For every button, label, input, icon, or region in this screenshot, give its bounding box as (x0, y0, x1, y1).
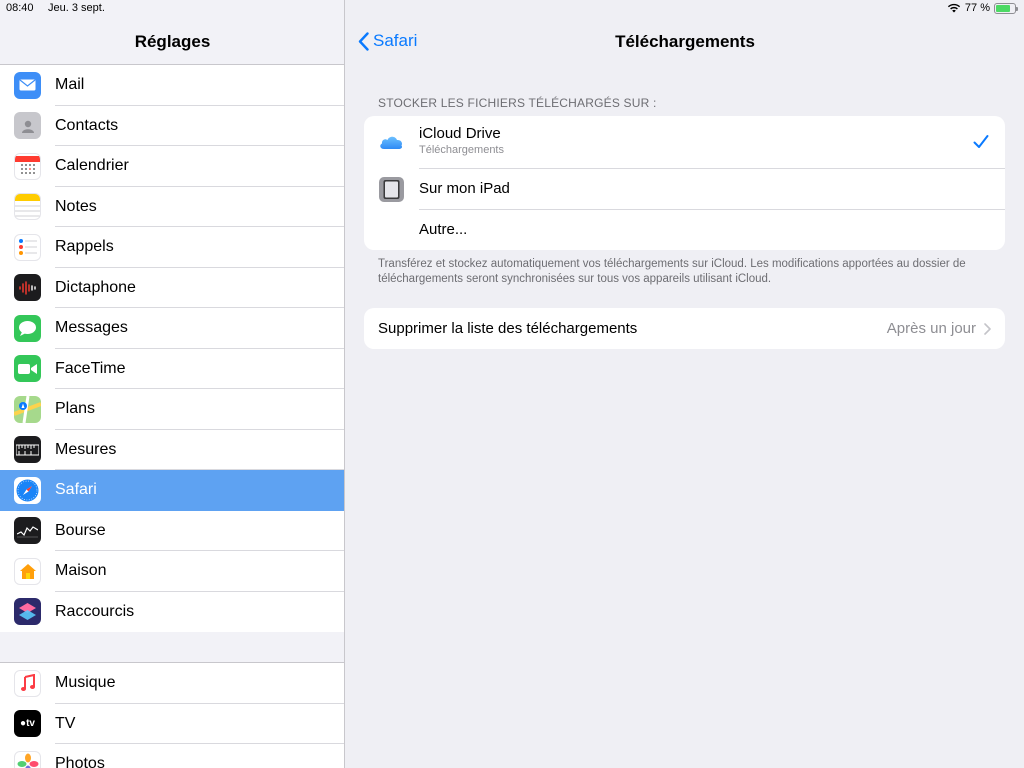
sidebar-item-label: Mail (55, 76, 85, 94)
sidebar-item-plans[interactable]: Plans (0, 389, 344, 430)
ipad-icon (379, 177, 404, 202)
sidebar-item-raccourcis[interactable]: Raccourcis (0, 592, 344, 633)
status-bar: 08:40 Jeu. 3 sept. 77 % (0, 0, 1024, 18)
clear-downloads-row[interactable]: Supprimer la liste des téléchargements A… (364, 308, 1005, 349)
option-autre[interactable]: Autre... (364, 210, 1005, 250)
checkmark-icon (973, 135, 989, 148)
stocks-icon (14, 517, 41, 545)
sidebar-item-label: Contacts (55, 116, 119, 134)
status-right: 77 % (947, 2, 1018, 14)
sidebar-item-label: Photos (55, 755, 105, 768)
sidebar-item-photos[interactable]: Photos (0, 744, 344, 768)
home-icon (14, 557, 41, 585)
settings-list: Mail Contacts Calendrier Notes Rappels D… (0, 65, 344, 633)
sidebar-item-label: Dictaphone (55, 278, 136, 296)
battery-icon (994, 2, 1018, 14)
battery-percentage: 77 % (964, 2, 990, 14)
clear-list-card: Supprimer la liste des téléchargements A… (364, 308, 1005, 349)
sidebar-item-safari[interactable]: Safari (0, 470, 344, 511)
settings-list-media: Musique ●tv TV Photos (0, 662, 344, 768)
chevron-right-icon (984, 322, 991, 335)
option-title: Autre... (419, 221, 468, 238)
sidebar-item-dictaphone[interactable]: Dictaphone (0, 268, 344, 309)
contacts-icon (14, 112, 41, 140)
sidebar-item-label: FaceTime (55, 359, 126, 377)
sidebar-item-label: Notes (55, 197, 97, 215)
shortcuts-icon (14, 598, 41, 626)
sidebar-item-label: Rappels (55, 238, 114, 256)
detail-pane: Safari Téléchargements STOCKER LES FICHI… (346, 0, 1024, 768)
tv-icon: ●tv (14, 710, 41, 738)
calendar-icon (14, 152, 41, 180)
safari-icon (14, 476, 41, 504)
sidebar-item-label: Raccourcis (55, 602, 135, 620)
option-subtitle: Téléchargements (419, 144, 504, 156)
option-icloud-drive[interactable]: iCloud Drive Téléchargements (364, 116, 1005, 169)
sidebar-item-label: Bourse (55, 521, 106, 539)
sidebar-item-label: Plans (55, 400, 96, 418)
music-icon (14, 669, 41, 697)
mail-icon (14, 71, 41, 99)
clear-downloads-value: Après un jour (886, 320, 976, 337)
sidebar-item-label: TV (55, 714, 76, 732)
clear-downloads-label: Supprimer la liste des téléchargements (378, 320, 638, 337)
option-title: Sur mon iPad (419, 180, 510, 197)
sidebar-item-messages[interactable]: Messages (0, 308, 344, 349)
wifi-icon (947, 3, 961, 13)
sidebar-item-contacts[interactable]: Contacts (0, 106, 344, 147)
section-footer: Transférez et stockez automatiquement vo… (378, 258, 966, 285)
notes-icon (14, 193, 41, 221)
sidebar-item-bourse[interactable]: Bourse (0, 511, 344, 552)
status-date: Jeu. 3 sept. (48, 2, 105, 14)
maps-icon (14, 395, 41, 423)
reminders-icon (14, 233, 41, 261)
sidebar-item-maison[interactable]: Maison (0, 551, 344, 592)
sidebar-item-musique[interactable]: Musique (0, 663, 344, 704)
measure-icon (14, 436, 41, 464)
sidebar-item-calendrier[interactable]: Calendrier (0, 146, 344, 187)
status-time: 08:40 (6, 2, 34, 14)
sidebar-item-label: Maison (55, 562, 107, 580)
battery-fill (996, 4, 1010, 12)
sidebar-title: Réglages (134, 32, 211, 51)
sidebar: Réglages Mail Contacts Calendrier Notes … (0, 0, 345, 768)
sidebar-item-label: Calendrier (55, 157, 129, 175)
sidebar-item-label: Mesures (55, 440, 117, 458)
option-title: iCloud Drive (419, 125, 501, 142)
sidebar-item-rappels[interactable]: Rappels (0, 227, 344, 268)
sidebar-item-mail[interactable]: Mail (0, 65, 344, 106)
facetime-icon (14, 355, 41, 383)
sidebar-item-label: Safari (55, 481, 97, 499)
icloud-icon (380, 136, 403, 149)
sidebar-item-label: Messages (55, 319, 128, 337)
sidebar-item-notes[interactable]: Notes (0, 187, 344, 228)
section-header: STOCKER LES FICHIERS TÉLÉCHARGÉS SUR : (378, 96, 657, 110)
photos-icon (14, 750, 41, 768)
sidebar-item-label: Musique (55, 674, 116, 692)
page-title: Téléchargements (615, 32, 755, 51)
messages-icon (14, 314, 41, 342)
sidebar-item-facetime[interactable]: FaceTime (0, 349, 344, 390)
voice-memos-icon (14, 274, 41, 302)
option-sur-mon-ipad[interactable]: Sur mon iPad (364, 169, 1005, 210)
sidebar-item-mesures[interactable]: Mesures (0, 430, 344, 471)
storage-options-card: iCloud Drive Téléchargements Sur mon iPa… (364, 116, 1005, 250)
sidebar-item-tv[interactable]: ●tv TV (0, 704, 344, 745)
